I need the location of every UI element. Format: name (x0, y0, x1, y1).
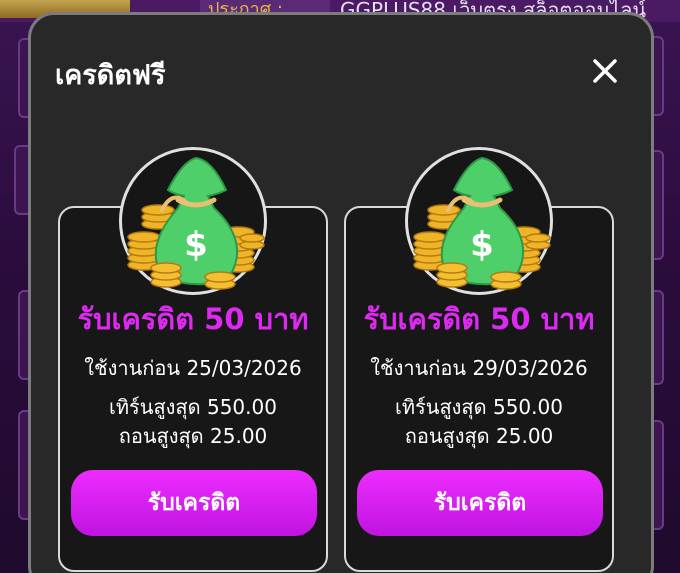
close-icon[interactable] (587, 53, 623, 89)
free-credit-modal: เครดิตฟรี $ รับเครดิต 50 บาท ใช้งานก่อน … (28, 12, 654, 573)
card-withdraw: ถอนสูงสุด 25.00 (118, 424, 268, 448)
modal-title: เครดิตฟรี (55, 60, 166, 91)
credit-card-1: $ รับเครดิต 50 บาท ใช้งานก่อน 25/03/2026… (58, 147, 328, 572)
money-bag-icon: $ (119, 147, 267, 295)
card-withdraw: ถอนสูงสุด 25.00 (404, 424, 554, 448)
card-expiry: ใช้งานก่อน 25/03/2026 (84, 356, 302, 380)
svg-text:$: $ (184, 225, 208, 265)
card-turnover: เทิร์นสูงสุด 550.00 (395, 395, 563, 419)
card-turnover: เทิร์นสูงสุด 550.00 (109, 395, 277, 419)
card-title: รับเครดิต 50 บาท (77, 302, 309, 336)
card-title: รับเครดิต 50 บาท (363, 302, 595, 336)
money-bag-icon: $ (405, 147, 553, 295)
credit-card-2: $ รับเครดิต 50 บาท ใช้งานก่อน 29/03/2026… (344, 147, 614, 572)
claim-credit-button[interactable]: รับเครดิต (357, 470, 603, 536)
card-expiry: ใช้งานก่อน 29/03/2026 (370, 356, 588, 380)
claim-credit-button[interactable]: รับเครดิต (71, 470, 317, 536)
svg-text:$: $ (470, 225, 494, 265)
